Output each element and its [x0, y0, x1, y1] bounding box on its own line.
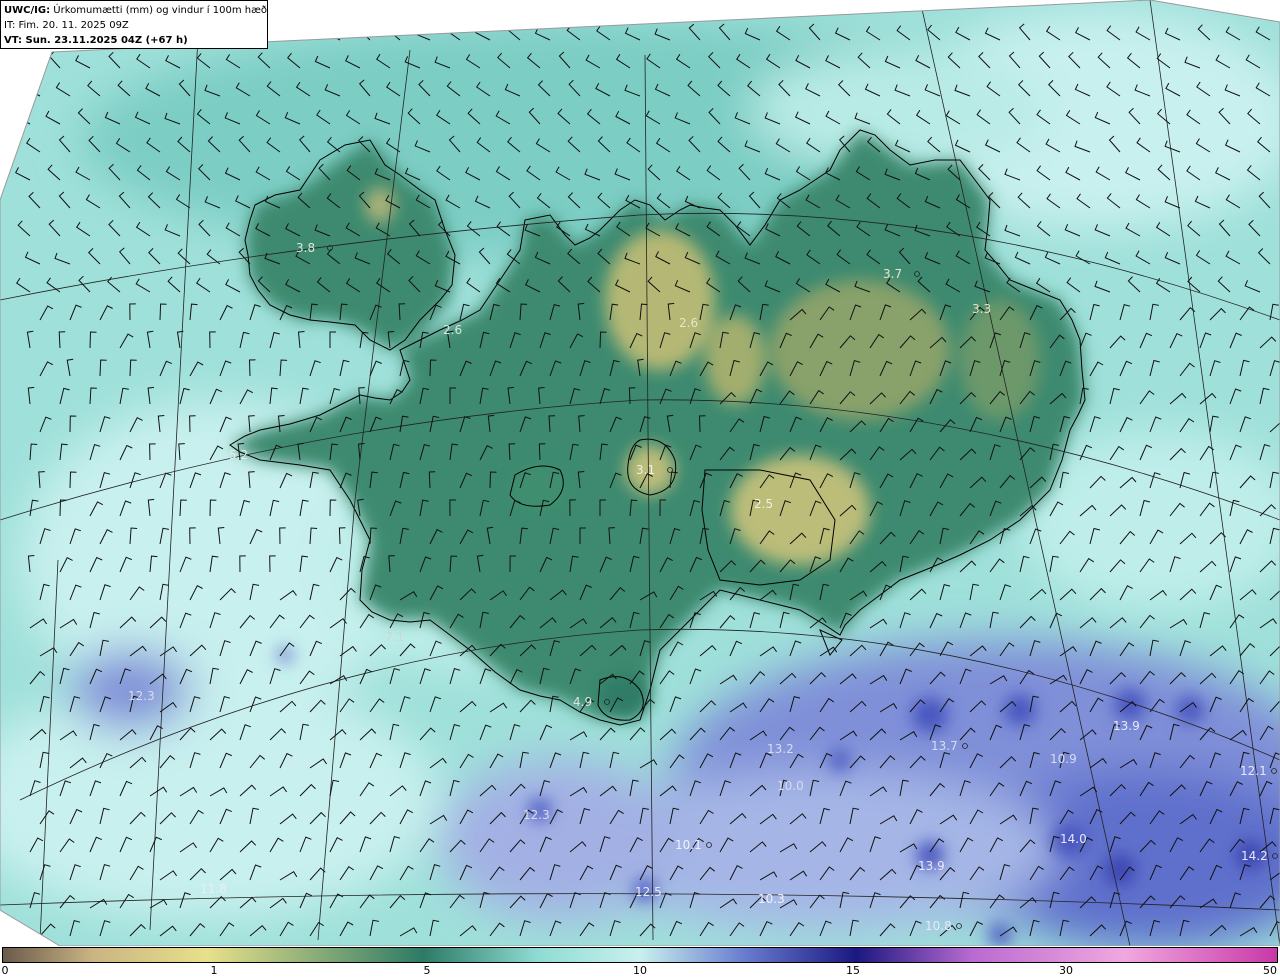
- precip-value-label: 3.1: [636, 463, 655, 477]
- precip-value-label: 5.2: [229, 448, 248, 462]
- colorbar-tick-label: 0: [1, 964, 9, 977]
- precip-value-label: 4.9: [573, 695, 592, 709]
- colorbar-tick-label: 30: [1059, 964, 1073, 977]
- precip-value-label: 3.7: [883, 267, 902, 281]
- colorbar-tick-label: 10: [633, 964, 647, 977]
- precip-value-label: 14.0: [1060, 832, 1087, 846]
- colorbar-tick-label: 50: [1263, 964, 1277, 977]
- precip-value-label: 2.6: [679, 316, 698, 330]
- precip-value-label: 13.9: [1113, 719, 1140, 733]
- precip-value-label: 12.1: [1240, 764, 1267, 778]
- precip-value-label: 2.5: [754, 497, 773, 511]
- precip-value-label: 13.7: [931, 739, 958, 753]
- map-stage: 3.8 2.6 2.6 3.7 3.3 5.2 3.1 2.5 7.1 4.9 12.3 13.2 13…: [0, 0, 1280, 978]
- valid-time: VT: Sun. 23.11.2025 04Z (+67 h): [4, 35, 188, 46]
- init-time: IT: Fim. 20. 11. 2025 09Z: [4, 20, 129, 31]
- precipitation-wind-map: 3.8 2.6 2.6 3.7 3.3 5.2 3.1 2.5 7.1 4.9 12.3 13.2 13…: [0, 0, 1280, 946]
- precip-value-label: 14.2: [1241, 849, 1268, 863]
- colorbar-tick-label: 15: [846, 964, 860, 977]
- model-label: UWC/IG:: [4, 5, 51, 16]
- colorbar-tick-label: 5: [423, 964, 431, 977]
- map-domain: 3.8 2.6 2.6 3.7 3.3 5.2 3.1 2.5 7.1 4.9 12.3 13.2 13…: [0, 0, 1280, 946]
- info-title-line: UWC/IG: Úrkomumætti (mm) og vindur í 100…: [4, 3, 268, 18]
- precip-value-label: 3.8: [296, 241, 315, 255]
- precip-value-label: 12.3: [128, 689, 155, 703]
- precip-value-label: 10.3: [758, 892, 785, 906]
- precip-value-label: 12.5: [635, 885, 662, 899]
- precip-value-label: 13.2: [767, 742, 794, 756]
- colorbar-tick-label: 1: [210, 964, 218, 977]
- precip-value-label: 10.1: [675, 838, 702, 852]
- precip-value-label: 10.8: [925, 919, 952, 933]
- precip-value-label: 3.3: [972, 302, 991, 316]
- precip-value-label: 2.6: [443, 323, 462, 337]
- colorbar: 0 1 5 10 15 30 50: [0, 946, 1280, 978]
- info-box: UWC/IG: Úrkomumætti (mm) og vindur í 100…: [0, 0, 268, 49]
- precip-value-label: 11.2: [285, 754, 312, 768]
- map-title: Úrkomumætti (mm) og vindur í 100m hæð: [53, 5, 268, 16]
- precip-value-label: 13.9: [918, 859, 945, 873]
- precip-value-label: 7.1: [385, 630, 404, 644]
- precip-value-label: 11.8: [200, 882, 227, 896]
- precip-value-label: 12.3: [523, 808, 550, 822]
- colorbar-gradient: [2, 947, 1278, 963]
- precip-value-label: 10.9: [1050, 752, 1077, 766]
- precip-value-label: 10.0: [777, 779, 804, 793]
